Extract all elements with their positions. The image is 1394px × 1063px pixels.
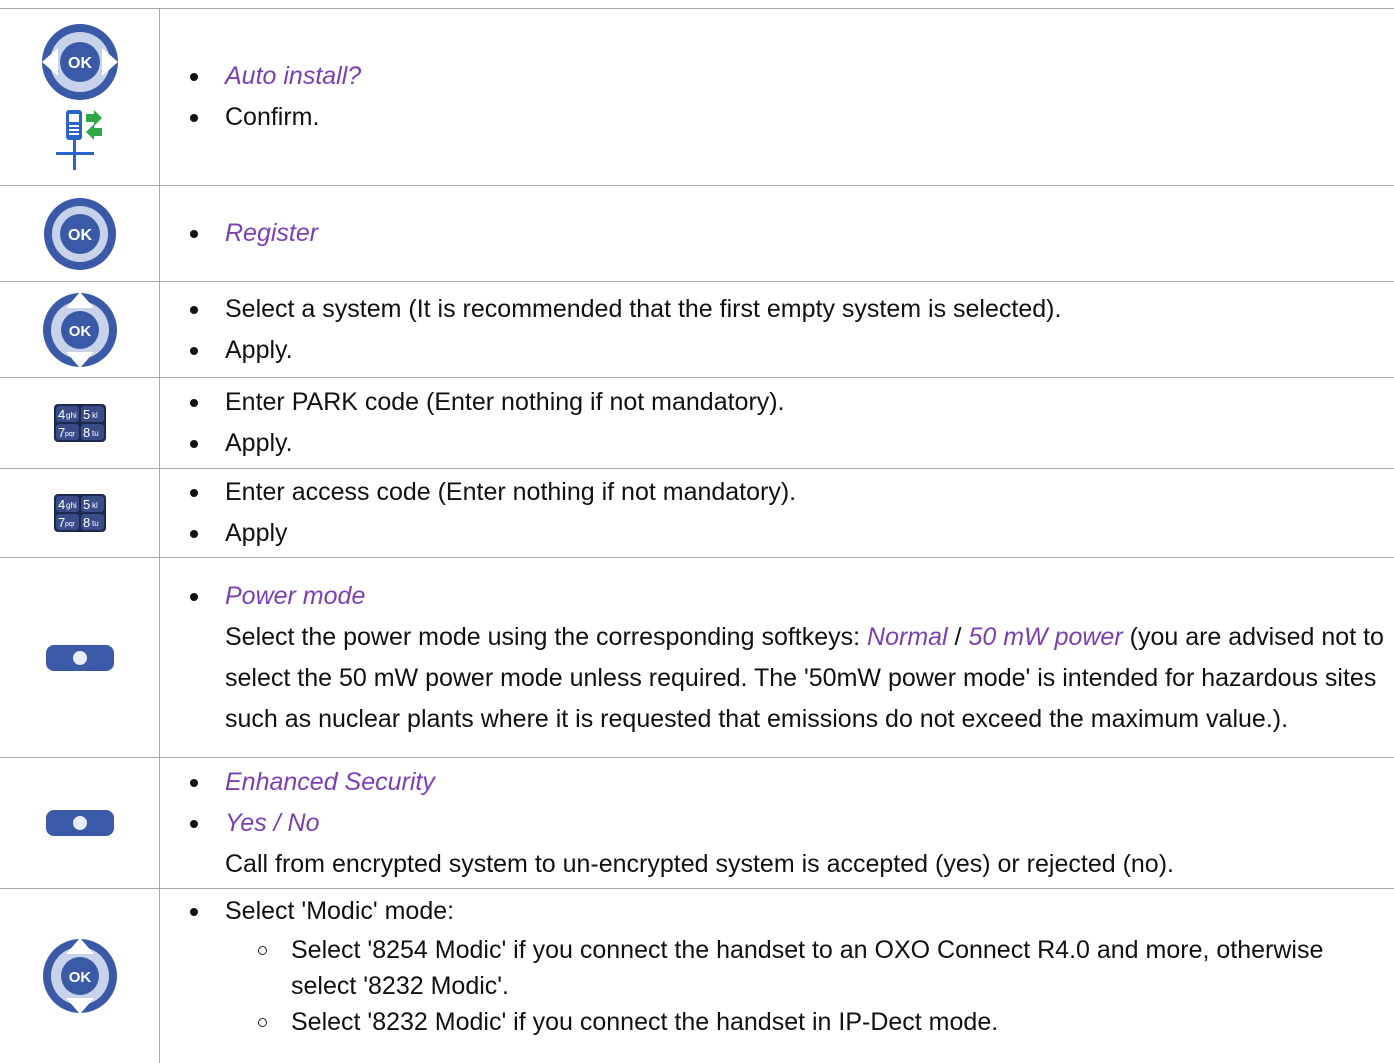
- keypad-keys-icon: 4 ghi 5 kl 7 pqr 8 tu: [54, 404, 106, 442]
- svg-text:5: 5: [83, 497, 90, 512]
- icon-cell: [0, 758, 160, 889]
- table-row: 4 ghi 5 kl 7 pqr 8 tu Enter PARK code (E…: [0, 378, 1394, 469]
- svg-text:tu: tu: [92, 429, 99, 438]
- table-row: OK Register: [0, 186, 1394, 282]
- instruction-cell: Select 'Modic' mode: Select '8254 Modic'…: [160, 889, 1394, 1063]
- svg-text:OK: OK: [68, 323, 91, 340]
- option-power-mode: Power mode: [160, 576, 1394, 617]
- instruction-text: Apply.: [160, 330, 1394, 371]
- instruction-table: OK Auto install?: [0, 8, 1394, 1063]
- option-enhanced-security: Enhanced Security: [160, 762, 1394, 803]
- svg-text:8: 8: [83, 515, 90, 530]
- table-row: OK Select a system (It is recommended th…: [0, 282, 1394, 378]
- instruction-text: Enter access code (Enter nothing if not …: [160, 472, 1394, 513]
- instruction-text: Select a system (It is recommended that …: [160, 289, 1394, 330]
- icon-cell: [0, 558, 160, 758]
- instruction-cell: Enter access code (Enter nothing if not …: [160, 469, 1394, 558]
- svg-text:ghi: ghi: [66, 501, 77, 510]
- svg-text:pqr: pqr: [65, 521, 76, 528]
- svg-text:kl: kl: [92, 411, 98, 420]
- table-row: 4 ghi 5 kl 7 pqr 8 tu Enter access code …: [0, 469, 1394, 558]
- ok-up-down-nav-icon: OK: [41, 935, 119, 1017]
- instruction-text: Confirm.: [160, 97, 1394, 138]
- option-yes-no: Yes / No: [160, 803, 1394, 844]
- table-row: OK Auto install?: [0, 9, 1394, 186]
- instruction-cell: Select a system (It is recommended that …: [160, 282, 1394, 378]
- instruction-text: Select 'Modic' mode:: [160, 891, 1394, 932]
- instruction-text: Enter PARK code (Enter nothing if not ma…: [160, 382, 1394, 423]
- svg-text:4: 4: [58, 497, 65, 512]
- svg-text:8: 8: [83, 425, 90, 440]
- svg-text:5: 5: [83, 407, 90, 422]
- icon-cell: OK: [0, 889, 160, 1063]
- instruction-cell: Enhanced Security Yes / No Call from enc…: [160, 758, 1394, 889]
- ok-button-icon: OK: [42, 196, 118, 272]
- ok-up-down-nav-icon: OK: [41, 289, 119, 371]
- table-row: Enhanced Security Yes / No Call from enc…: [0, 758, 1394, 889]
- svg-text:ghi: ghi: [66, 411, 77, 420]
- icon-cell: OK: [0, 186, 160, 282]
- icon-cell: OK: [0, 282, 160, 378]
- instruction-cell: Enter PARK code (Enter nothing if not ma…: [160, 378, 1394, 469]
- option-auto-install: Auto install?: [160, 56, 1394, 97]
- option-normal: Normal: [867, 623, 948, 651]
- svg-text:pqr: pqr: [65, 431, 76, 438]
- softkey-icon: [46, 810, 114, 836]
- icon-cell: OK: [0, 9, 160, 186]
- svg-text:kl: kl: [92, 501, 98, 510]
- keypad-keys-icon: 4 ghi 5 kl 7 pqr 8 tu: [54, 494, 106, 532]
- instruction-text: Apply: [160, 513, 1394, 554]
- svg-text:OK: OK: [68, 55, 92, 72]
- sub-instruction-text: Select '8232 Modic' if you connect the h…: [160, 1004, 1394, 1040]
- svg-text:OK: OK: [68, 969, 91, 986]
- option-register: Register: [160, 213, 1394, 254]
- svg-text:OK: OK: [68, 227, 92, 244]
- icon-cell: 4 ghi 5 kl 7 pqr 8 tu: [0, 469, 160, 558]
- instruction-cell: Auto install? Confirm.: [160, 9, 1394, 186]
- svg-text:tu: tu: [92, 519, 99, 528]
- table-row: Power mode Select the power mode using t…: [0, 558, 1394, 758]
- power-mode-description: Select the power mode using the correspo…: [160, 617, 1394, 740]
- svg-text:4: 4: [58, 407, 65, 422]
- table-row: OK Select 'Modic' mode: Select '8254 Mod…: [0, 889, 1394, 1063]
- icon-cell: 4 ghi 5 kl 7 pqr 8 tu: [0, 378, 160, 469]
- instruction-text: Apply.: [160, 423, 1394, 464]
- instruction-cell: Register: [160, 186, 1394, 282]
- sub-instruction-text: Select '8254 Modic' if you connect the h…: [160, 932, 1394, 1004]
- security-description: Call from encrypted system to un-encrypt…: [160, 844, 1394, 885]
- handset-install-icon: [50, 108, 110, 172]
- option-50mw-power: 50 mW power: [968, 623, 1122, 651]
- ok-left-right-nav-icon: OK: [40, 22, 120, 102]
- softkey-icon: [46, 645, 114, 671]
- instruction-cell: Power mode Select the power mode using t…: [160, 558, 1394, 758]
